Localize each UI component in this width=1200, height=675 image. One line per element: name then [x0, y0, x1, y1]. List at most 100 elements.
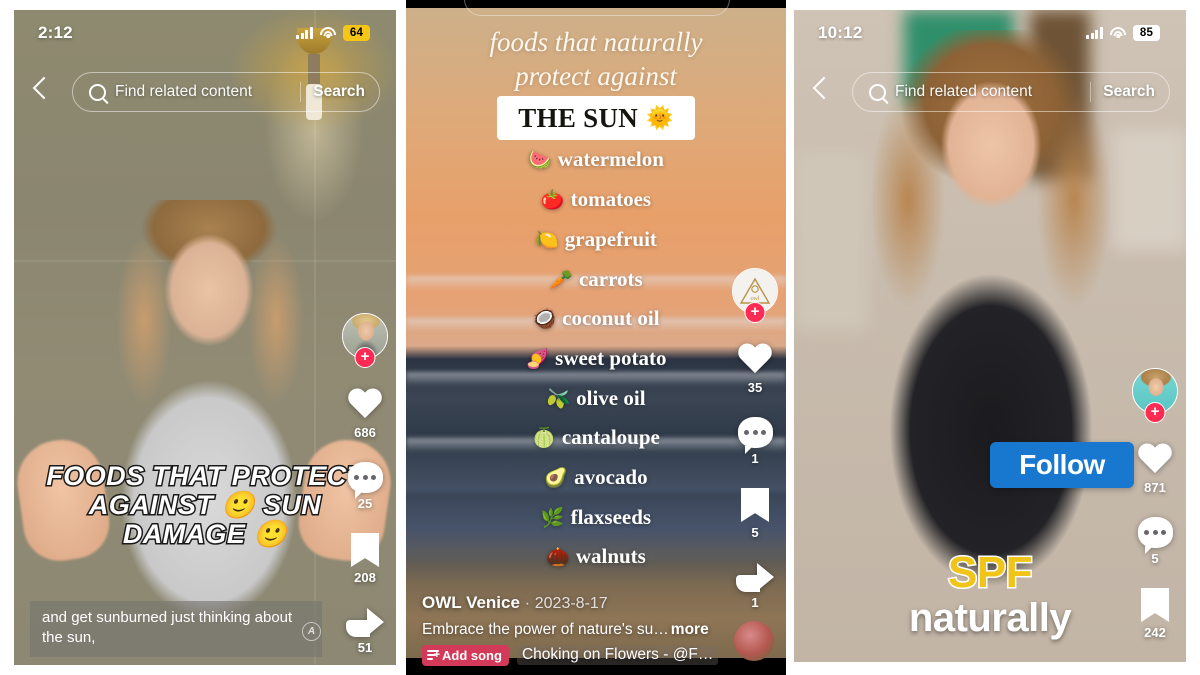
share-count: 1	[751, 595, 759, 610]
add-song-label: Add song	[442, 647, 502, 663]
comment-button-1[interactable]: 25	[347, 462, 383, 511]
search-divider	[1090, 82, 1092, 102]
avatar-follow-control-2[interactable]: owl +	[732, 268, 778, 323]
search-bar-2[interactable]	[464, 0, 730, 16]
plus-icon[interactable]: +	[744, 302, 766, 323]
plus-icon[interactable]: +	[354, 347, 376, 368]
headline-line-2: protect against	[515, 61, 677, 91]
share-button-2[interactable]: 1	[736, 562, 774, 610]
status-time: 10:12	[818, 23, 863, 42]
music-row-2[interactable]: + Add song Choking on Flowers - @F…	[422, 644, 719, 666]
food-item: 🥕 carrots	[406, 267, 786, 292]
search-button[interactable]: Search	[1103, 83, 1155, 101]
avatar-follow-control-3[interactable]: +	[1132, 368, 1178, 423]
bookmark-icon[interactable]	[741, 488, 769, 522]
follow-button[interactable]: Follow	[990, 442, 1134, 488]
food-item: 🍈 cantaloupe	[406, 425, 786, 450]
food-label: grapefruit	[564, 227, 657, 251]
bookmark-button-2[interactable]: 5	[741, 488, 769, 540]
sun-emoji-icon: 🌞	[646, 105, 674, 130]
status-bar-1: 2:12 64	[14, 10, 396, 56]
comment-button-2[interactable]: 1	[737, 417, 773, 466]
search-input[interactable]: Find related content	[895, 83, 1090, 101]
screenshot-stage: 2:12 64 Find related content Search FOOD…	[0, 0, 1200, 675]
tiktok-video-panel-1[interactable]: 2:12 64 Find related content Search FOOD…	[14, 10, 396, 665]
food-emoji-icon: 🍈	[532, 428, 556, 449]
bookmark-count: 208	[354, 570, 376, 585]
food-item: 🍅 tomatoes	[406, 187, 786, 212]
description-text: Embrace the power of nature's su…	[422, 621, 669, 638]
action-rail-2[interactable]: owl + 35 1 5 1	[732, 268, 778, 610]
food-item: 🫒 olive oil	[406, 386, 786, 411]
food-emoji-icon: 🫒	[546, 389, 571, 410]
heart-icon[interactable]	[1137, 444, 1173, 477]
heart-icon[interactable]	[347, 389, 383, 422]
share-button-1[interactable]: 51	[346, 607, 384, 655]
bookmark-button-1[interactable]: 208	[351, 533, 379, 585]
food-label: olive oil	[576, 386, 646, 410]
food-emoji-icon: 🥥	[532, 309, 557, 330]
video-caption-line-1: SPF	[946, 547, 1034, 599]
video-caption-overlay-1: FOODS THAT PROTECT AGAINST 🙂 SUN DAMAGE …	[45, 460, 365, 551]
wave-foam	[406, 372, 786, 386]
album-art-thumbnail[interactable]	[734, 621, 774, 661]
food-label: avocado	[574, 465, 648, 489]
food-emoji-icon: 🍋	[535, 230, 559, 251]
food-emoji-icon: 🍅	[540, 190, 565, 211]
author-name[interactable]: OWL Venice	[422, 593, 520, 612]
food-emoji-icon: 🌿	[540, 508, 565, 529]
search-icon	[89, 83, 106, 101]
comment-button-3[interactable]: 5	[1137, 517, 1173, 566]
tiktok-video-panel-2[interactable]: foods that naturally protect against THE…	[406, 0, 786, 675]
food-item: 🍉 watermelon	[406, 147, 786, 172]
bookmark-icon[interactable]	[351, 533, 379, 567]
tiktok-video-panel-3[interactable]: 10:12 85 Find related content Search Fol…	[794, 10, 1186, 662]
search-divider	[300, 82, 302, 102]
plus-icon[interactable]: +	[1144, 402, 1166, 423]
search-icon	[869, 83, 886, 101]
action-rail-1[interactable]: + 686 25 208 51	[342, 313, 388, 655]
avatar-follow-control-1[interactable]: +	[342, 313, 388, 368]
food-label: tomatoes	[570, 187, 652, 211]
bookmark-button-3[interactable]: 242	[1141, 588, 1169, 640]
playlist-add-icon: +	[427, 650, 440, 661]
like-button-2[interactable]: 35	[737, 344, 773, 395]
author-row-2[interactable]: OWL Venice · 2023-8-17	[422, 593, 608, 613]
status-bar-3: 10:12 85	[794, 10, 1186, 56]
more-link[interactable]: more	[671, 621, 709, 638]
action-rail-3[interactable]: + 871 5 242	[1132, 368, 1178, 640]
video-description-2[interactable]: Embrace the power of nature's su… more	[422, 621, 709, 639]
share-count: 51	[357, 640, 373, 655]
search-button[interactable]: Search	[313, 83, 365, 101]
food-item: 🍠 sweet potato	[406, 346, 786, 371]
comment-bubble-icon[interactable]	[1137, 517, 1173, 554]
add-song-button[interactable]: + Add song	[422, 644, 509, 666]
comment-bubble-icon[interactable]	[737, 417, 773, 454]
share-arrow-icon[interactable]	[736, 562, 774, 592]
headline-line-1: foods that naturally	[489, 27, 703, 57]
like-button-1[interactable]: 686	[347, 389, 383, 440]
cellular-bars-icon	[1086, 27, 1103, 39]
food-emoji-icon: 🥕	[549, 270, 573, 291]
song-title[interactable]: Choking on Flowers - @F…	[516, 645, 719, 666]
search-bar-1[interactable]: Find related content Search	[72, 72, 380, 112]
food-item: 🥥 coconut oil	[406, 306, 786, 331]
search-input[interactable]: Find related content	[115, 83, 300, 101]
like-button-3[interactable]: 871	[1137, 444, 1173, 495]
food-emoji-icon: 🥑	[544, 468, 569, 489]
food-label: cantaloupe	[561, 425, 660, 449]
food-item: 🥑 avocado	[406, 465, 786, 490]
food-label: flaxseeds	[570, 505, 652, 529]
like-count: 686	[354, 425, 376, 440]
share-arrow-icon[interactable]	[346, 607, 384, 637]
bookmark-count: 242	[1144, 625, 1166, 640]
food-item: 🍋 grapefruit	[406, 227, 786, 252]
autocaption-watermark-icon: A	[302, 622, 321, 641]
bookmark-icon[interactable]	[1141, 588, 1169, 622]
heart-icon[interactable]	[737, 344, 773, 377]
wifi-icon	[320, 27, 336, 39]
cellular-bars-icon	[296, 27, 313, 39]
comment-bubble-icon[interactable]	[347, 462, 383, 499]
search-bar-3[interactable]: Find related content Search	[852, 72, 1170, 112]
food-emoji-icon: 🍠	[525, 349, 550, 370]
